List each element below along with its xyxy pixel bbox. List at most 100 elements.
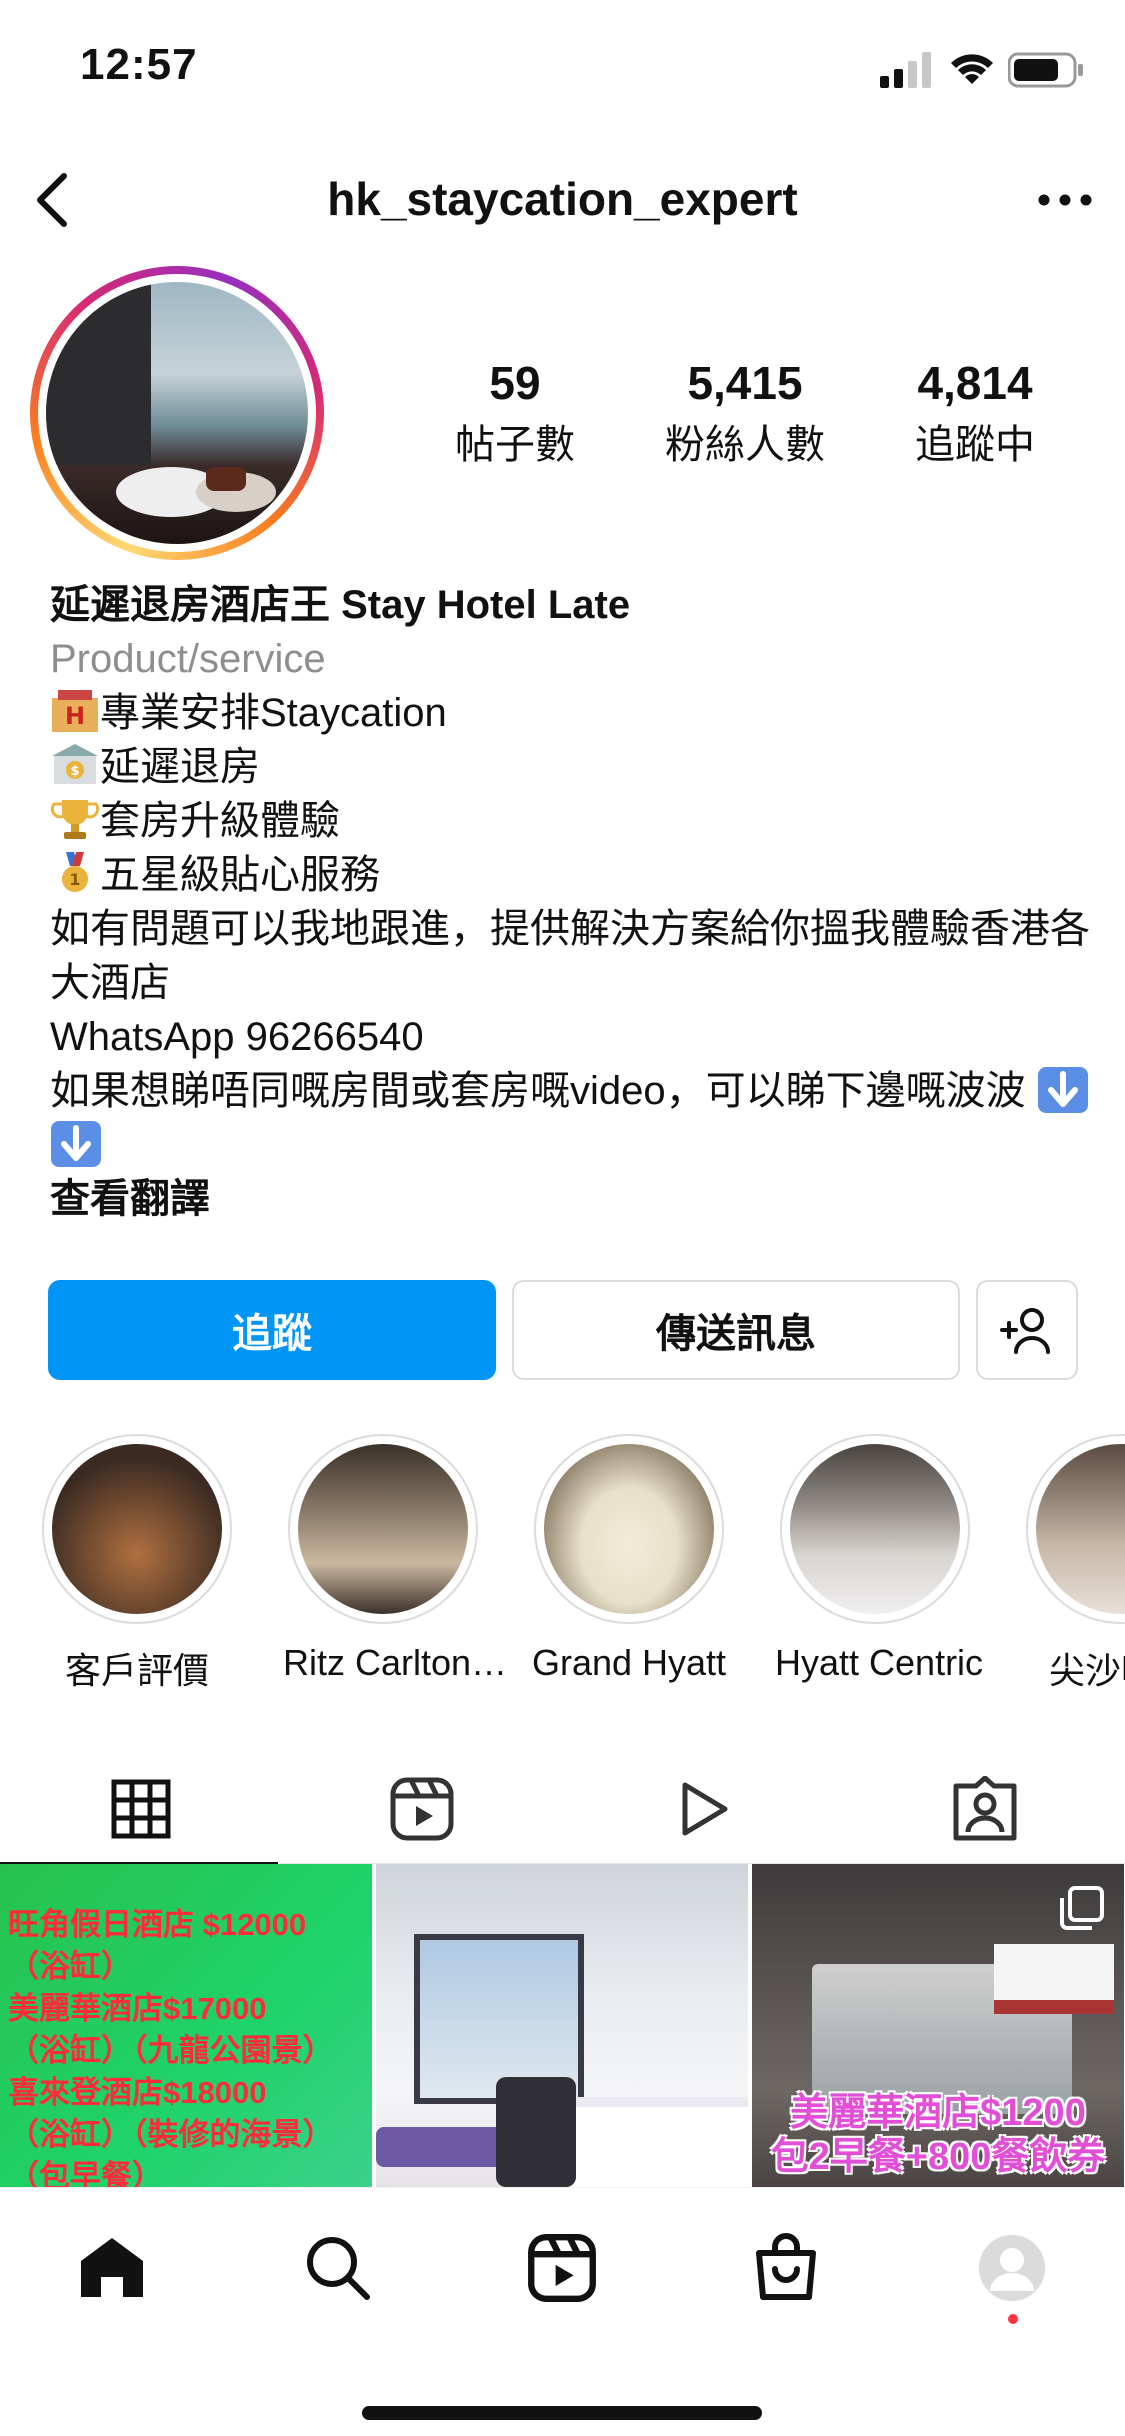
highlight-cover [298, 1444, 468, 1614]
post-caption-line: 包2早餐+800餐飲券 [770, 2136, 1106, 2178]
tab-reels[interactable] [281, 1754, 562, 1864]
highlight-cover [52, 1444, 222, 1614]
carousel-icon [1060, 1886, 1104, 1930]
post-thumbnail[interactable]: 旺角假日酒店 $12000 （浴缸） 美麗華酒店$17000 （浴缸）（九龍公園… [0, 1864, 372, 2187]
stat-followers-value: 5,415 [687, 357, 803, 409]
post-thumbnail[interactable] [376, 1864, 748, 2187]
bio-line: H 專業安排Staycation [50, 686, 1090, 740]
reels-icon [390, 1777, 453, 1841]
bio-video-note: 如果想睇唔同嘅房間或套房嘅video，可以睇下邊嘅波波 [50, 1064, 1090, 1172]
nav-reels[interactable] [522, 2228, 602, 2308]
highlight-label: Hyatt Centric [775, 1642, 984, 1683]
post-thumbnail[interactable]: 美麗華酒店$1200 包2早餐+800餐飲券 [752, 1864, 1124, 2187]
notification-dot [1008, 2314, 1018, 2324]
post-text-line: 美麗華酒店$17000 [8, 1991, 267, 2026]
profile-avatar-icon [979, 2235, 1045, 2301]
cellular-signal-icon [880, 52, 931, 88]
see-translation-link[interactable]: 查看翻譯 [50, 1172, 1090, 1226]
battery-icon [1008, 52, 1083, 88]
bio-video-note-text: 如果想睇唔同嘅房間或套房嘅video，可以睇下邊嘅波波 [50, 1069, 1026, 1113]
bio-line-text: 延遲退房 [100, 745, 260, 789]
profile-stats: 59 帖子數 5,415 粉絲人數 4,814 追蹤中 [405, 356, 1085, 470]
stat-posts-value: 59 [489, 357, 541, 409]
bio-line-text: 專業安排Staycation [100, 691, 447, 735]
stat-followers[interactable]: 5,415 粉絲人數 [635, 356, 855, 470]
reels-icon [528, 2234, 596, 2302]
bio-line: $ 延遲退房 [50, 740, 1090, 794]
profile-bio: 延遲退房酒店王 Stay Hotel Late Product/service … [50, 578, 1090, 1226]
bio-description: 如有問題可以我地跟進，提供解決方案給你搵我體驗香港各大酒店 [50, 907, 1090, 1005]
post-text-line: （浴缸）（九龍公園景） [8, 2033, 334, 2068]
highlight-label: Grand Hyatt [531, 1642, 727, 1683]
status-bar: 12:57 [0, 0, 1125, 135]
svg-text:1: 1 [69, 870, 80, 889]
avatar-story-ring[interactable] [30, 266, 324, 560]
profile-tabs [0, 1754, 1125, 1865]
stat-following-label: 追蹤中 [915, 423, 1035, 467]
search-icon [307, 2237, 370, 2300]
post-text-line: 旺角假日酒店 $12000 [8, 1907, 307, 1942]
highlight-cover [1036, 1444, 1125, 1614]
grid-icon [111, 1779, 170, 1839]
bio-line-text: 套房升級體驗 [100, 799, 340, 843]
stat-following-value: 4,814 [917, 357, 1033, 409]
highlight-item[interactable]: 客戶評價 [37, 1434, 237, 1694]
bio-whatsapp: WhatsApp 96266540 [50, 1015, 424, 1059]
svg-text:H: H [65, 702, 85, 730]
down-arrow-emoji-icon [51, 1121, 101, 1167]
suggested-users-button[interactable] [976, 1280, 1078, 1380]
bio-line-text: 五星級貼心服務 [100, 853, 380, 897]
highlight-item[interactable]: Grand Hyatt [529, 1434, 729, 1684]
bio-line: 套房升級體驗 [50, 794, 1090, 848]
highlight-label: 客戶評價 [64, 1650, 209, 1691]
post-caption-line: 美麗華酒店$1200 [790, 2092, 1086, 2134]
highlight-item[interactable]: Ritz Carlton… [283, 1434, 508, 1684]
display-name: 延遲退房酒店王 Stay Hotel Late [50, 583, 631, 627]
post-caption-overlay: 美麗華酒店$1200 包2早餐+800餐飲券 [752, 2091, 1124, 2179]
story-highlights: 客戶評價 Ritz Carlton… Grand Hyatt Hyatt Cen… [0, 1434, 1125, 1694]
highlight-item[interactable]: 尖沙咀… [1021, 1434, 1125, 1694]
play-icon [682, 1782, 727, 1836]
profile-actions: 追蹤 傳送訊息 [48, 1280, 1078, 1380]
category-label: Product/service [50, 637, 326, 681]
stat-posts-label: 帖子數 [455, 423, 575, 467]
highlight-cover [790, 1444, 960, 1614]
profile-username: hk_staycation_expert [327, 173, 798, 225]
stat-posts[interactable]: 59 帖子數 [405, 356, 625, 470]
follow-button[interactable]: 追蹤 [48, 1280, 496, 1380]
down-arrow-emoji-icon [1037, 1067, 1088, 1113]
hotel-emoji-icon: H [52, 690, 98, 732]
profile-header: hk_staycation_expert [0, 150, 1125, 250]
post-text-line: （包早餐） [8, 2159, 163, 2187]
tab-videos[interactable] [562, 1754, 843, 1864]
svg-text:$: $ [70, 764, 79, 779]
nav-home[interactable] [72, 2228, 152, 2308]
avatar [46, 282, 308, 544]
bio-line: 1 五星級貼心服務 [50, 848, 1090, 902]
nav-profile[interactable] [972, 2228, 1052, 2308]
nav-search[interactable] [298, 2228, 378, 2308]
shopping-bag-icon [756, 2233, 816, 2300]
stat-following[interactable]: 4,814 追蹤中 [865, 356, 1085, 470]
post-text-line: 喜來登酒店$18000 [8, 2075, 267, 2110]
more-dots-icon [1038, 194, 1092, 206]
stat-followers-label: 粉絲人數 [665, 423, 825, 467]
medal-emoji-icon: 1 [62, 852, 88, 892]
highlight-item[interactable]: Hyatt Centric [775, 1434, 984, 1684]
home-indicator [362, 2406, 762, 2420]
tab-posts-grid[interactable] [0, 1754, 281, 1865]
trophy-emoji-icon [50, 800, 100, 839]
tab-tagged[interactable] [844, 1754, 1125, 1864]
post-text-line: （浴缸） [8, 1949, 132, 1984]
nav-shop[interactable] [746, 2228, 826, 2308]
message-button[interactable]: 傳送訊息 [512, 1280, 960, 1380]
more-options-button[interactable] [1033, 178, 1097, 222]
tagged-user-icon [953, 1776, 1016, 1841]
highlight-label: Ritz Carlton… [283, 1642, 508, 1683]
status-time: 12:57 [80, 40, 198, 89]
highlight-label: 尖沙咀… [1048, 1650, 1125, 1691]
home-icon [81, 2238, 143, 2297]
posts-grid: 旺角假日酒店 $12000 （浴缸） 美麗華酒店$17000 （浴缸）（九龍公園… [0, 1864, 1125, 2187]
wifi-icon [951, 54, 993, 84]
add-user-icon [1000, 1308, 1050, 1354]
